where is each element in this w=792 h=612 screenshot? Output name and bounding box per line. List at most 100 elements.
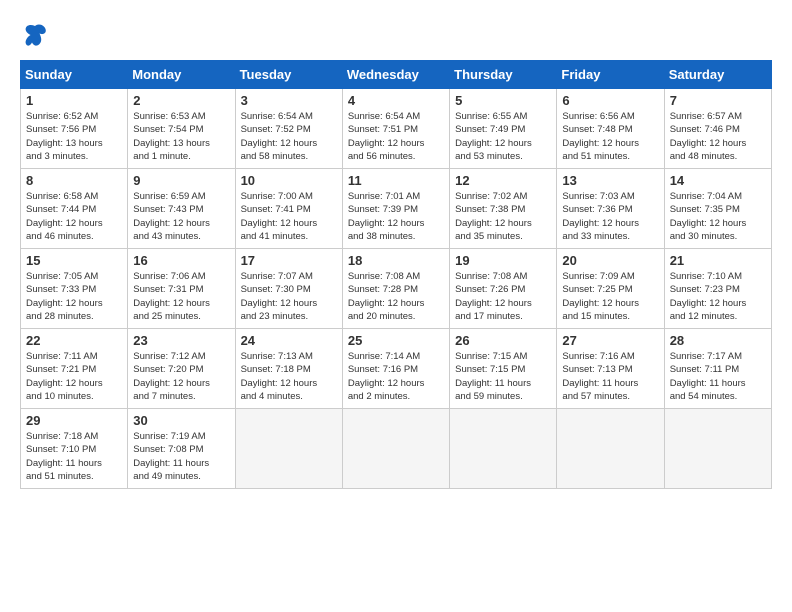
calendar-day-18: 18 Sunrise: 7:08 AM Sunset: 7:28 PM Dayli… xyxy=(342,249,449,329)
day-info: Sunrise: 6:54 AM Sunset: 7:51 PM Dayligh… xyxy=(348,110,444,163)
logo xyxy=(20,20,54,50)
day-number: 16 xyxy=(133,253,229,268)
day-info: Sunrise: 7:11 AM Sunset: 7:21 PM Dayligh… xyxy=(26,350,122,403)
calendar-day-1: 1Sunrise: 6:52 AM Sunset: 7:56 PM Daylig… xyxy=(21,89,128,169)
calendar-day-11: 11 Sunrise: 7:01 AM Sunset: 7:39 PM Dayli… xyxy=(342,169,449,249)
day-number: 9 xyxy=(133,173,229,188)
calendar-day-2: 2 Sunrise: 6:53 AM Sunset: 7:54 PM Daylig… xyxy=(128,89,235,169)
calendar-week-3: 22 Sunrise: 7:11 AM Sunset: 7:21 PM Dayli… xyxy=(21,329,772,409)
day-number: 19 xyxy=(455,253,551,268)
day-number: 13 xyxy=(562,173,658,188)
logo-icon xyxy=(20,20,50,50)
day-number: 22 xyxy=(26,333,122,348)
calendar-header-row: SundayMondayTuesdayWednesdayThursdayFrid… xyxy=(21,61,772,89)
calendar-day-21: 21 Sunrise: 7:10 AM Sunset: 7:23 PM Dayli… xyxy=(664,249,771,329)
calendar-day-10: 10 Sunrise: 7:00 AM Sunset: 7:41 PM Dayli… xyxy=(235,169,342,249)
day-number: 18 xyxy=(348,253,444,268)
day-number: 25 xyxy=(348,333,444,348)
day-info: Sunrise: 7:13 AM Sunset: 7:18 PM Dayligh… xyxy=(241,350,337,403)
column-header-sunday: Sunday xyxy=(21,61,128,89)
calendar-empty-cell xyxy=(235,409,342,489)
day-info: Sunrise: 6:56 AM Sunset: 7:48 PM Dayligh… xyxy=(562,110,658,163)
day-info: Sunrise: 6:59 AM Sunset: 7:43 PM Dayligh… xyxy=(133,190,229,243)
calendar-day-19: 19 Sunrise: 7:08 AM Sunset: 7:26 PM Dayli… xyxy=(450,249,557,329)
day-number: 5 xyxy=(455,93,551,108)
day-info: Sunrise: 6:58 AM Sunset: 7:44 PM Dayligh… xyxy=(26,190,122,243)
column-header-thursday: Thursday xyxy=(450,61,557,89)
calendar-day-5: 5 Sunrise: 6:55 AM Sunset: 7:49 PM Daylig… xyxy=(450,89,557,169)
calendar-week-0: 1Sunrise: 6:52 AM Sunset: 7:56 PM Daylig… xyxy=(21,89,772,169)
calendar-day-6: 6Sunrise: 6:56 AM Sunset: 7:48 PM Daylig… xyxy=(557,89,664,169)
calendar-day-23: 23 Sunrise: 7:12 AM Sunset: 7:20 PM Dayli… xyxy=(128,329,235,409)
calendar-day-30: 30 Sunrise: 7:19 AM Sunset: 7:08 PM Dayli… xyxy=(128,409,235,489)
day-info: Sunrise: 7:02 AM Sunset: 7:38 PM Dayligh… xyxy=(455,190,551,243)
calendar-day-20: 20Sunrise: 7:09 AM Sunset: 7:25 PM Dayli… xyxy=(557,249,664,329)
calendar-empty-cell xyxy=(557,409,664,489)
day-number: 1 xyxy=(26,93,122,108)
calendar-day-3: 3 Sunrise: 6:54 AM Sunset: 7:52 PM Daylig… xyxy=(235,89,342,169)
day-number: 10 xyxy=(241,173,337,188)
day-number: 2 xyxy=(133,93,229,108)
day-info: Sunrise: 7:19 AM Sunset: 7:08 PM Dayligh… xyxy=(133,430,229,483)
calendar-empty-cell xyxy=(342,409,449,489)
page-header xyxy=(20,20,772,50)
calendar-day-27: 27Sunrise: 7:16 AM Sunset: 7:13 PM Dayli… xyxy=(557,329,664,409)
day-info: Sunrise: 7:10 AM Sunset: 7:23 PM Dayligh… xyxy=(670,270,766,323)
calendar-day-9: 9 Sunrise: 6:59 AM Sunset: 7:43 PM Daylig… xyxy=(128,169,235,249)
day-info: Sunrise: 7:09 AM Sunset: 7:25 PM Dayligh… xyxy=(562,270,658,323)
day-number: 29 xyxy=(26,413,122,428)
calendar-day-14: 14 Sunrise: 7:04 AM Sunset: 7:35 PM Dayli… xyxy=(664,169,771,249)
day-info: Sunrise: 6:57 AM Sunset: 7:46 PM Dayligh… xyxy=(670,110,766,163)
day-info: Sunrise: 6:54 AM Sunset: 7:52 PM Dayligh… xyxy=(241,110,337,163)
calendar-day-28: 28Sunrise: 7:17 AM Sunset: 7:11 PM Dayli… xyxy=(664,329,771,409)
day-info: Sunrise: 6:53 AM Sunset: 7:54 PM Dayligh… xyxy=(133,110,229,163)
day-number: 3 xyxy=(241,93,337,108)
day-number: 21 xyxy=(670,253,766,268)
day-info: Sunrise: 7:03 AM Sunset: 7:36 PM Dayligh… xyxy=(562,190,658,243)
day-number: 24 xyxy=(241,333,337,348)
column-header-monday: Monday xyxy=(128,61,235,89)
day-info: Sunrise: 7:16 AM Sunset: 7:13 PM Dayligh… xyxy=(562,350,658,403)
calendar-day-29: 29 Sunrise: 7:18 AM Sunset: 7:10 PM Dayli… xyxy=(21,409,128,489)
day-number: 23 xyxy=(133,333,229,348)
calendar-week-2: 15 Sunrise: 7:05 AM Sunset: 7:33 PM Dayli… xyxy=(21,249,772,329)
day-info: Sunrise: 7:08 AM Sunset: 7:28 PM Dayligh… xyxy=(348,270,444,323)
calendar-empty-cell xyxy=(450,409,557,489)
day-number: 11 xyxy=(348,173,444,188)
day-info: Sunrise: 7:17 AM Sunset: 7:11 PM Dayligh… xyxy=(670,350,766,403)
calendar-day-15: 15 Sunrise: 7:05 AM Sunset: 7:33 PM Dayli… xyxy=(21,249,128,329)
calendar-day-17: 17 Sunrise: 7:07 AM Sunset: 7:30 PM Dayli… xyxy=(235,249,342,329)
day-info: Sunrise: 7:05 AM Sunset: 7:33 PM Dayligh… xyxy=(26,270,122,323)
column-header-saturday: Saturday xyxy=(664,61,771,89)
calendar-day-7: 7 Sunrise: 6:57 AM Sunset: 7:46 PM Daylig… xyxy=(664,89,771,169)
day-number: 26 xyxy=(455,333,551,348)
calendar-day-24: 24 Sunrise: 7:13 AM Sunset: 7:18 PM Dayli… xyxy=(235,329,342,409)
day-info: Sunrise: 6:55 AM Sunset: 7:49 PM Dayligh… xyxy=(455,110,551,163)
calendar-week-1: 8 Sunrise: 6:58 AM Sunset: 7:44 PM Daylig… xyxy=(21,169,772,249)
day-info: Sunrise: 7:04 AM Sunset: 7:35 PM Dayligh… xyxy=(670,190,766,243)
column-header-friday: Friday xyxy=(557,61,664,89)
day-number: 30 xyxy=(133,413,229,428)
day-number: 8 xyxy=(26,173,122,188)
day-number: 17 xyxy=(241,253,337,268)
day-number: 7 xyxy=(670,93,766,108)
day-info: Sunrise: 7:12 AM Sunset: 7:20 PM Dayligh… xyxy=(133,350,229,403)
day-info: Sunrise: 7:07 AM Sunset: 7:30 PM Dayligh… xyxy=(241,270,337,323)
day-number: 12 xyxy=(455,173,551,188)
calendar-day-4: 4 Sunrise: 6:54 AM Sunset: 7:51 PM Daylig… xyxy=(342,89,449,169)
day-number: 4 xyxy=(348,93,444,108)
calendar-day-22: 22 Sunrise: 7:11 AM Sunset: 7:21 PM Dayli… xyxy=(21,329,128,409)
calendar-day-12: 12 Sunrise: 7:02 AM Sunset: 7:38 PM Dayli… xyxy=(450,169,557,249)
day-info: Sunrise: 7:14 AM Sunset: 7:16 PM Dayligh… xyxy=(348,350,444,403)
day-info: Sunrise: 7:01 AM Sunset: 7:39 PM Dayligh… xyxy=(348,190,444,243)
day-number: 15 xyxy=(26,253,122,268)
calendar-day-13: 13 Sunrise: 7:03 AM Sunset: 7:36 PM Dayli… xyxy=(557,169,664,249)
day-info: Sunrise: 7:06 AM Sunset: 7:31 PM Dayligh… xyxy=(133,270,229,323)
day-number: 14 xyxy=(670,173,766,188)
day-info: Sunrise: 7:18 AM Sunset: 7:10 PM Dayligh… xyxy=(26,430,122,483)
day-info: Sunrise: 7:00 AM Sunset: 7:41 PM Dayligh… xyxy=(241,190,337,243)
column-header-wednesday: Wednesday xyxy=(342,61,449,89)
column-header-tuesday: Tuesday xyxy=(235,61,342,89)
day-info: Sunrise: 7:08 AM Sunset: 7:26 PM Dayligh… xyxy=(455,270,551,323)
day-info: Sunrise: 7:15 AM Sunset: 7:15 PM Dayligh… xyxy=(455,350,551,403)
